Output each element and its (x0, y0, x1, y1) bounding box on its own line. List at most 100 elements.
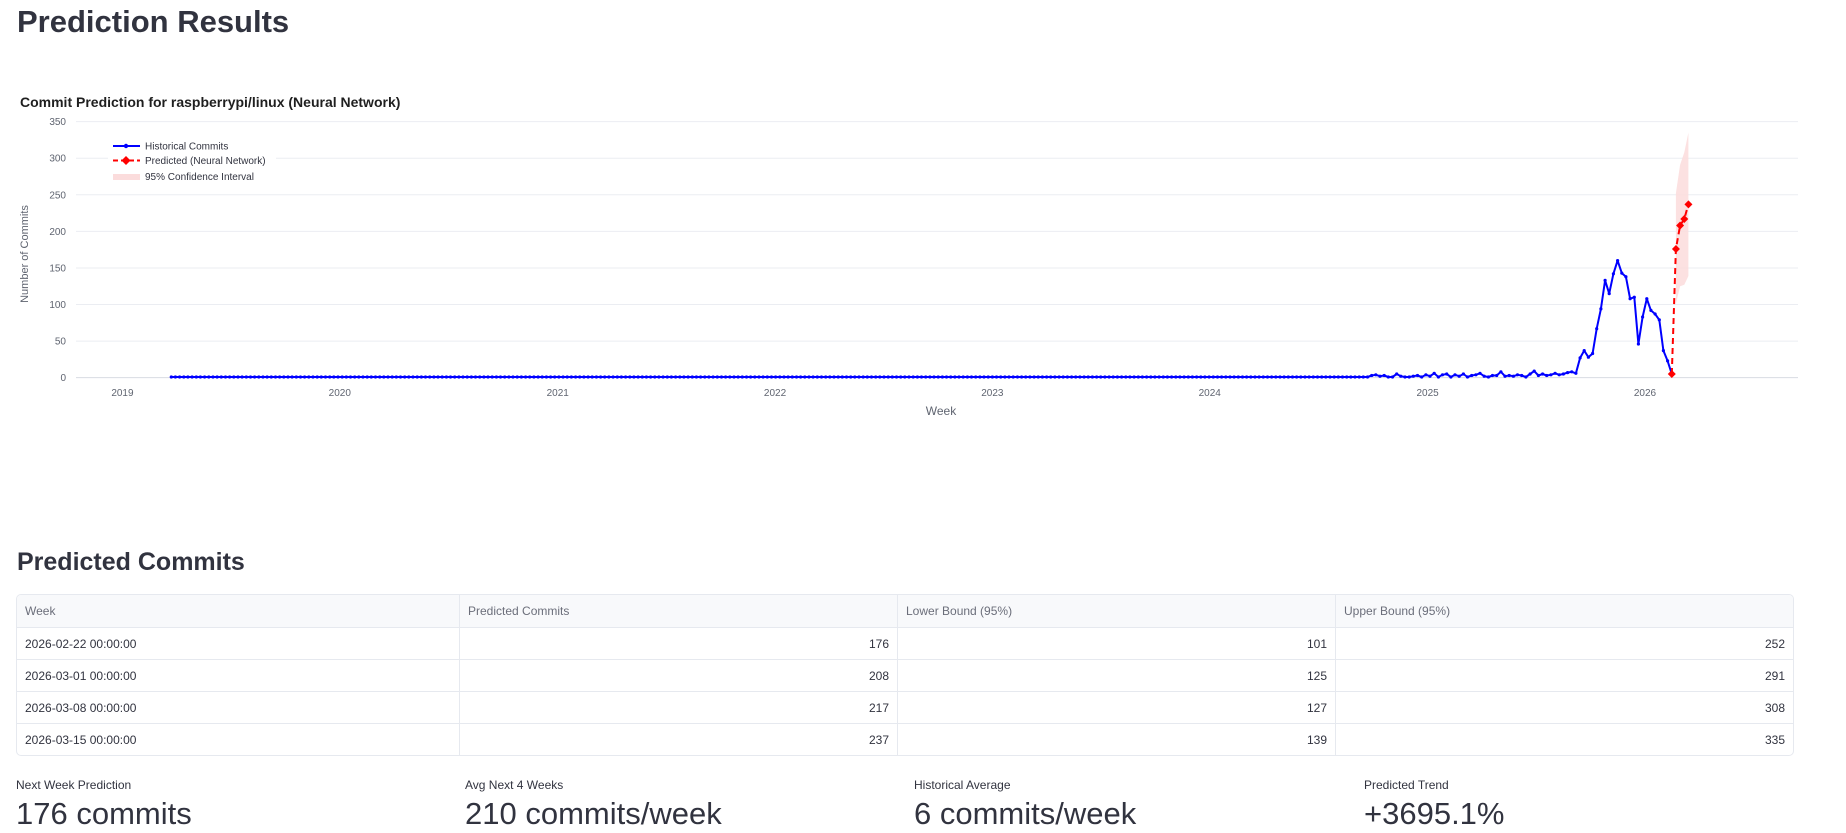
historical-point (307, 375, 311, 379)
y-axis-label: Number of Commits (19, 205, 31, 303)
legend-confidence-swatch (113, 174, 140, 180)
historical-point (678, 375, 682, 379)
historical-point (1274, 375, 1278, 379)
historical-point (1591, 351, 1595, 356)
table-row[interactable]: 2026-03-15 00:00:00 237 139 335 (17, 723, 1793, 755)
historical-point (619, 375, 624, 379)
historical-point (740, 375, 744, 379)
historical-point (473, 375, 478, 379)
historical-point (1386, 375, 1390, 379)
cell-upper: 252 (1335, 627, 1793, 660)
historical-point (1641, 315, 1645, 319)
historical-point (1520, 373, 1524, 378)
table-row[interactable]: 2026-02-22 00:00:00 176 101 252 (17, 627, 1793, 660)
historical-point (1528, 372, 1532, 376)
historical-point (432, 375, 436, 379)
historical-point (390, 375, 394, 379)
col-header-upper[interactable]: Upper Bound (95%) (1335, 595, 1793, 628)
historical-point (1336, 375, 1340, 379)
historical-point (1095, 375, 1099, 379)
historical-point (907, 375, 911, 379)
historical-point (211, 375, 215, 379)
historical-point (1282, 375, 1286, 379)
legend-predicted-label: Predicted (Neural Network) (145, 156, 266, 167)
historical-point (1586, 355, 1590, 359)
historical-point (236, 375, 240, 379)
historical-point (1624, 275, 1628, 279)
historical-point (928, 375, 932, 379)
historical-point (1407, 375, 1411, 379)
col-header-week[interactable]: Week (17, 595, 460, 628)
historical-point (703, 375, 707, 379)
historical-point (1570, 370, 1574, 374)
historical-point (336, 375, 340, 379)
historical-point (1478, 371, 1482, 375)
historical-point (794, 375, 799, 379)
cell-predicted: 208 (459, 659, 898, 692)
historical-point (599, 375, 603, 379)
historical-point (294, 375, 298, 379)
chart-svg[interactable]: 050100150200250300350 2019 2020 2021 2022 20… (0, 80, 1846, 510)
historical-point (315, 375, 319, 379)
col-header-predicted[interactable]: Predicted Commits (459, 595, 898, 628)
chart-legend[interactable]: Historical Commits Predicted (Neural Net… (108, 132, 276, 188)
historical-point (378, 375, 382, 379)
historical-point (1245, 375, 1249, 379)
historical-point (332, 375, 336, 379)
commit-prediction-chart[interactable]: Commit Prediction for raspberrypi/linux … (0, 80, 1846, 510)
metric-label: Avg Next 4 Weeks (465, 778, 564, 792)
historical-point (1349, 375, 1353, 379)
historical-point (1195, 375, 1199, 379)
historical-point (1415, 373, 1420, 378)
historical-point (886, 375, 890, 379)
historical-point (699, 375, 703, 379)
historical-point (1295, 375, 1299, 379)
historical-point (1311, 375, 1315, 379)
historical-series (169, 259, 1674, 379)
historical-point (711, 375, 715, 379)
historical-point (1232, 375, 1236, 379)
historical-point (448, 375, 453, 379)
historical-point (807, 375, 811, 379)
historical-point (757, 375, 761, 379)
historical-point (1524, 375, 1528, 379)
historical-point (849, 375, 853, 379)
chart-grid (76, 121, 1798, 379)
historical-point (1211, 375, 1215, 379)
historical-point (640, 375, 644, 379)
table-row[interactable]: 2026-03-01 00:00:00 208 125 291 (17, 659, 1793, 692)
historical-point (365, 375, 369, 379)
historical-point (657, 375, 661, 379)
historical-point (1361, 375, 1365, 379)
historical-point (832, 375, 836, 379)
historical-point (694, 375, 699, 379)
historical-point (498, 375, 503, 379)
y-tick-label: 100 (49, 300, 66, 311)
historical-point (1541, 372, 1545, 376)
historical-point (749, 375, 753, 379)
historical-point (769, 375, 774, 379)
cell-lower: 139 (897, 723, 1336, 755)
historical-point (1599, 307, 1603, 311)
historical-point (707, 375, 711, 379)
historical-point (1561, 372, 1565, 376)
historical-point (915, 375, 920, 379)
historical-point (519, 375, 524, 379)
historical-point (428, 375, 432, 379)
historical-point (1145, 375, 1149, 379)
historical-point (348, 375, 353, 379)
historical-point (311, 375, 315, 379)
y-tick-label: 350 (49, 117, 66, 128)
historical-point (203, 375, 207, 379)
col-header-lower[interactable]: Lower Bound (95%) (897, 595, 1336, 628)
historical-point (182, 375, 186, 379)
historical-point (607, 375, 611, 379)
historical-point (1353, 375, 1357, 379)
historical-point (1249, 375, 1253, 379)
predictions-table[interactable]: Week Predicted Commits Lower Bound (95%)… (16, 594, 1794, 756)
historical-line (171, 259, 1673, 378)
historical-point (1411, 374, 1415, 378)
historical-point (1082, 375, 1086, 379)
table-row[interactable]: 2026-03-08 00:00:00 217 127 308 (17, 691, 1793, 724)
historical-point (561, 375, 565, 379)
